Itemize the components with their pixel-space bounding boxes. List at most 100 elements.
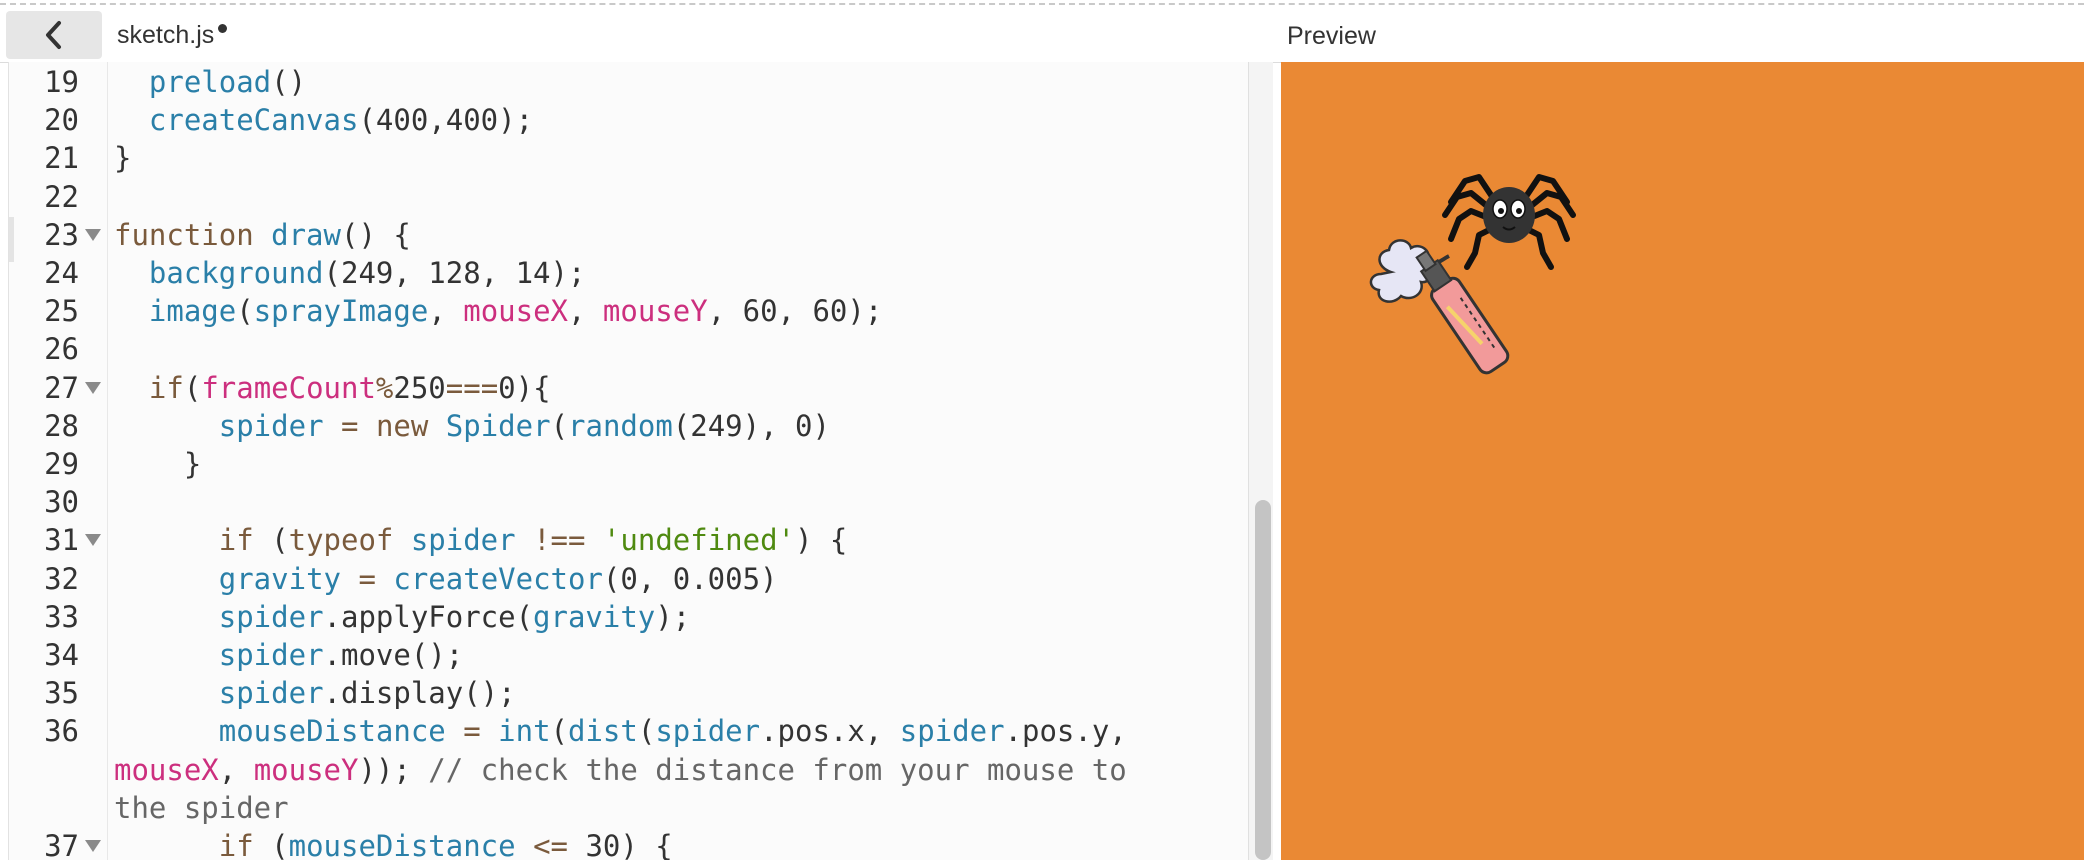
code-line[interactable]: spider = new Spider(random(249), 0) [114, 407, 1244, 445]
code-token: mouseX [114, 752, 219, 787]
line-number: 33 [44, 599, 79, 634]
code-token: createCanvas [148, 103, 359, 138]
line-number: 28 [44, 408, 79, 443]
code-token: (249), 0) [672, 408, 830, 443]
code-token: .applyForce( [323, 599, 534, 634]
fold-toggle-icon[interactable] [85, 228, 101, 241]
line-number: 19 [44, 65, 79, 99]
code-token: )); [358, 752, 411, 787]
code-line[interactable]: createCanvas(400,400); [114, 101, 1244, 139]
code-token: mouseY [253, 752, 359, 787]
fold-toggle-icon[interactable] [85, 381, 101, 394]
code-token: , 60, 60); [707, 294, 883, 329]
code-token: .pos.x, [760, 714, 900, 749]
file-name: sketch.js [117, 20, 215, 49]
code-token: gravity [533, 599, 656, 634]
line-number: 36 [44, 714, 79, 749]
code-line[interactable]: background(249, 128, 14); [114, 254, 1244, 292]
code-line[interactable]: mouseX, mouseY)); // check the distance … [114, 751, 1244, 789]
line-number: 37 [44, 829, 79, 860]
code-token: } [114, 447, 202, 481]
line-number: 32 [44, 561, 79, 596]
code-token: , [218, 752, 254, 787]
line-number-gutter: 19 20 21 22 23 24 25 26 27 28 29 30 31 32 33 34 35 36 37 [9, 62, 108, 860]
code-editor[interactable]: 19 20 21 22 23 24 25 26 27 28 29 30 31 32 33 34 35 36 37 p… [8, 62, 1273, 860]
code-token: ( [183, 370, 202, 405]
code-line[interactable]: preload() [114, 63, 1244, 101]
code-area[interactable]: preload() createCanvas(400,400);} functio… [114, 62, 1244, 860]
code-token: image [148, 294, 237, 329]
code-token: draw [271, 217, 341, 252]
code-token: ) { [795, 523, 848, 558]
line-number: 26 [44, 332, 79, 367]
code-line[interactable]: if (typeof spider !== 'undefined') { [114, 521, 1244, 559]
scrollbar-thumb[interactable] [1255, 500, 1271, 860]
code-token: ( [236, 294, 254, 329]
code-token: function [114, 217, 272, 252]
code-token: () { [340, 217, 411, 252]
code-token: frameCount [201, 370, 376, 405]
file-tab[interactable]: sketch.js [117, 17, 228, 53]
code-line[interactable]: } [114, 139, 1244, 177]
code-token: ( [550, 714, 569, 749]
code-token: === [445, 370, 499, 405]
line-number: 20 [44, 103, 79, 138]
code-line[interactable]: the spider [114, 789, 1244, 827]
line-number: 34 [44, 638, 79, 672]
back-button[interactable] [6, 11, 102, 59]
unsaved-indicator-icon [218, 23, 228, 33]
code-token: ( [253, 523, 289, 558]
code-token: if [218, 523, 254, 558]
code-line[interactable]: spider.move(); [114, 636, 1244, 674]
fold-toggle-icon[interactable] [85, 840, 101, 852]
line-number: 23 [44, 217, 79, 252]
code-line[interactable]: spider.applyForce(gravity); [114, 598, 1244, 636]
editor-header: sketch.js Preview [0, 5, 2084, 63]
code-token: .move(); [323, 638, 464, 672]
code-token: the spider [114, 790, 289, 825]
code-token: preload [148, 65, 272, 99]
code-token: } [114, 141, 132, 176]
code-token: dist [568, 714, 638, 749]
code-token: gravity [218, 561, 341, 596]
code-token: () [271, 65, 307, 99]
code-line[interactable]: } [114, 445, 1244, 483]
editor-scrollbar[interactable] [1248, 62, 1273, 860]
code-line[interactable]: function draw() { [114, 216, 1244, 254]
code-token: sprayImage [253, 294, 429, 329]
line-number: 31 [44, 523, 79, 558]
line-number: 30 [44, 485, 79, 520]
code-token: // check the distance from your mouse to [410, 752, 1127, 787]
code-line[interactable]: if (mouseDistance <= 30) { [114, 827, 1244, 860]
code-token: spider [410, 523, 516, 558]
code-line[interactable]: if(frameCount%250===0){ [114, 369, 1244, 407]
code-token: (0, 0.005) [602, 561, 778, 596]
spray-bottle-sprite [1369, 239, 1510, 375]
code-token: = [463, 714, 481, 749]
preview-canvas[interactable] [1281, 62, 2084, 860]
fold-toggle-icon[interactable] [85, 534, 101, 547]
code-token: spider [218, 676, 324, 711]
line-number: 22 [44, 179, 79, 214]
code-token: ( [550, 408, 569, 443]
code-line[interactable]: image(sprayImage, mouseX, mouseY, 60, 60… [114, 292, 1244, 330]
code-token: .display(); [323, 676, 516, 711]
code-token: % [375, 370, 394, 405]
line-number: 21 [44, 141, 79, 176]
code-token: spider [899, 714, 1005, 749]
code-line[interactable]: spider.display(); [114, 674, 1244, 712]
code-token: int [498, 714, 551, 749]
code-line[interactable]: gravity = createVector(0, 0.005) [114, 560, 1244, 598]
code-line[interactable]: mouseDistance = int(dist(spider.pos.x, s… [114, 712, 1244, 750]
